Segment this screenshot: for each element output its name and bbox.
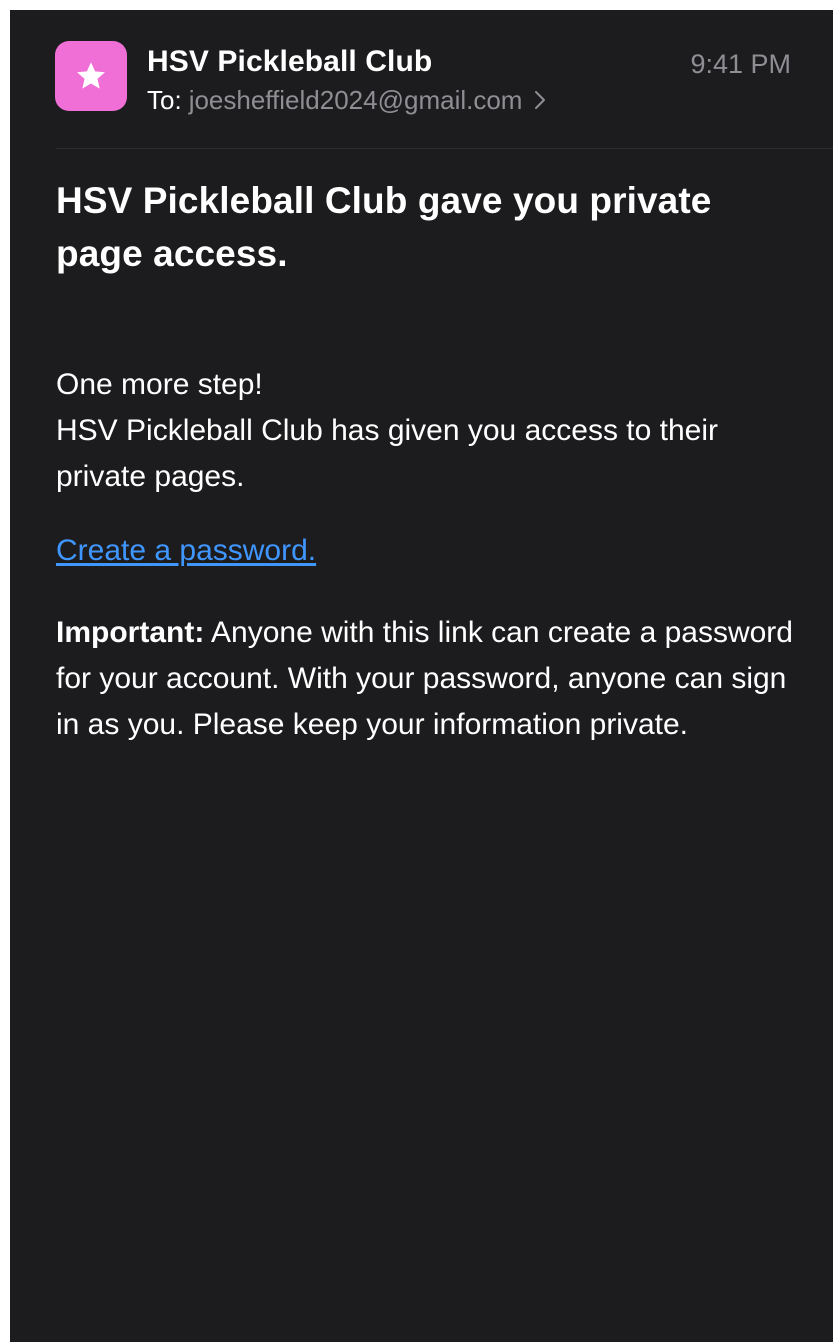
- star-icon: [77, 62, 105, 89]
- sender-avatar[interactable]: [55, 41, 127, 111]
- recipient-address[interactable]: joesheffield2024@gmail.com: [189, 84, 523, 116]
- intro-line-2: HSV Pickleball Club has given you access…: [56, 414, 718, 493]
- recipient-line[interactable]: To: joesheffield2024@gmail.com: [147, 84, 546, 116]
- sender-name[interactable]: HSV Pickleball Club: [147, 44, 432, 80]
- to-label: To:: [147, 85, 182, 115]
- email-screen: HSV Pickleball Club To: joesheffield2024…: [10, 10, 833, 1342]
- email-time: 9:41 PM: [690, 49, 791, 79]
- email-body-intro: One more step! HSV Pickleball Club has g…: [56, 362, 796, 500]
- important-label: Important:: [56, 616, 205, 649]
- email-subject: HSV Pickleball Club gave you private pag…: [56, 180, 712, 274]
- important-notice: Important: Anyone with this link can cre…: [56, 610, 796, 748]
- chevron-right-icon[interactable]: [534, 90, 546, 110]
- header-divider: [56, 148, 833, 149]
- email-header: HSV Pickleball Club To: joesheffield2024…: [10, 10, 833, 150]
- intro-line-1: One more step!: [56, 368, 263, 401]
- create-password-link[interactable]: Create a password.: [56, 530, 316, 572]
